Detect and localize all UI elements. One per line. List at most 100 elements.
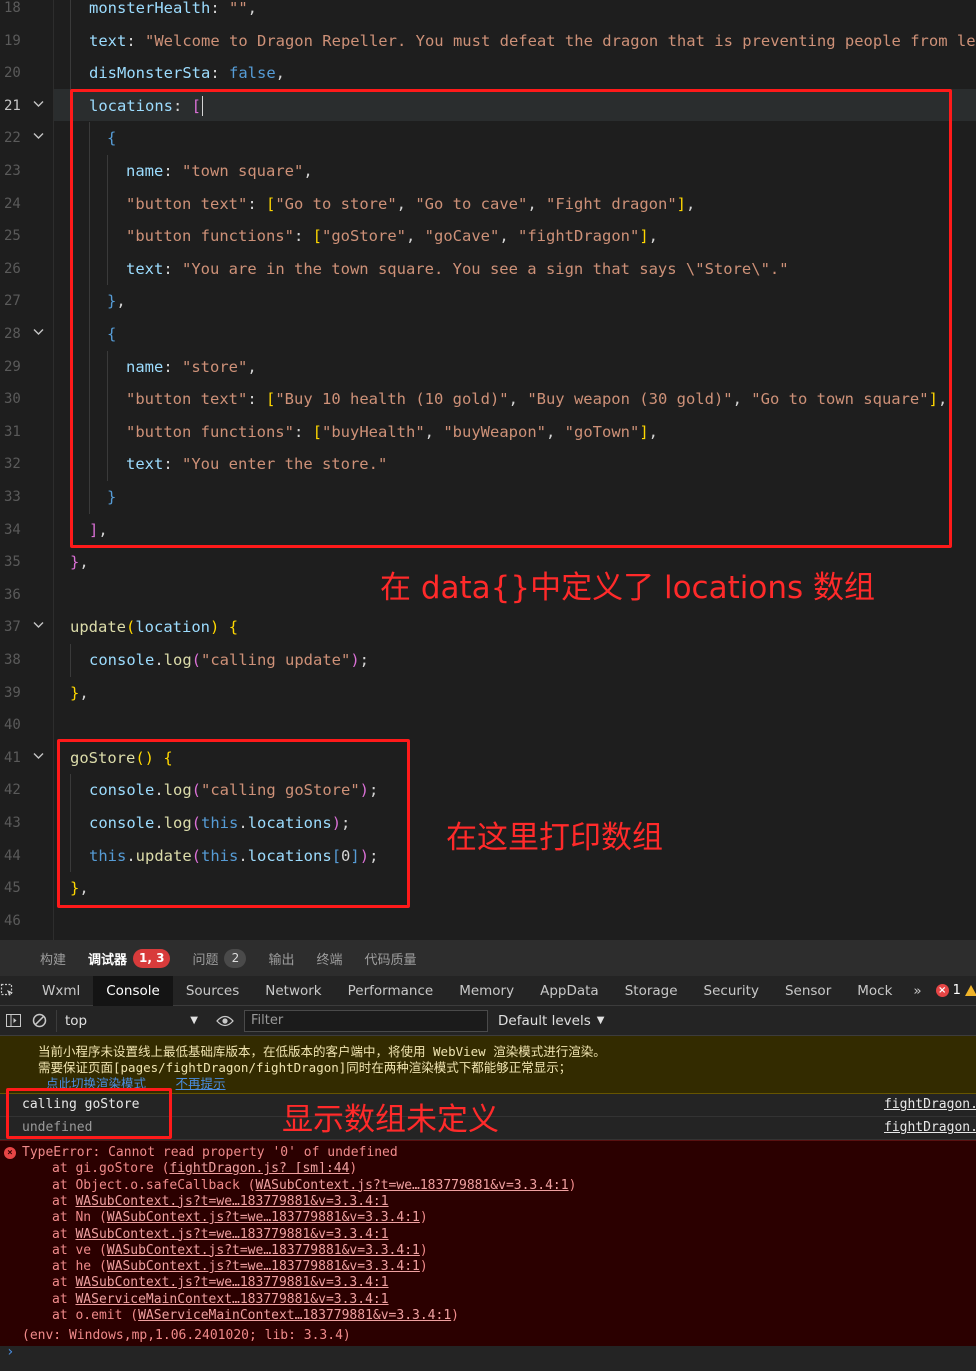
more-tabs-button[interactable]: » [905, 976, 929, 1006]
stack-frame: at WASubContext.js?t=we…183779881&v=3.3.… [52, 1275, 389, 1291]
log-source-link[interactable]: fightDragon. [884, 1094, 976, 1116]
sidebar-toggle-icon[interactable] [0, 1006, 26, 1036]
panel-tab-label: 终端 [316, 952, 343, 968]
stack-frame-text: at gi.goStore ( [52, 1161, 170, 1177]
line-number: 30 [4, 391, 21, 408]
console-output[interactable]: 当前小程序未设置线上最低基础库版本，在低版本的客户端中，将使用 WebView … [0, 1036, 976, 1371]
log-levels-dropdown[interactable]: Default levels ▼ [498, 1013, 604, 1029]
stack-frame-text: ) [451, 1308, 459, 1323]
stack-frame-link[interactable]: WAServiceMainContext…183779881&v=3.3.4:1 [75, 1292, 388, 1307]
stack-frame-link[interactable]: WAServiceMainContext…183779881&v=3.3.4:1 [138, 1308, 451, 1323]
devtools-tab[interactable]: Console [93, 975, 173, 1006]
stack-frame: at WAServiceMainContext…183779881&v=3.3.… [52, 1292, 389, 1308]
print-annotation: 在这里打印数组 [446, 820, 663, 856]
line-number: 31 [4, 423, 21, 440]
inspect-element-icon[interactable] [0, 976, 15, 1006]
context-selector[interactable]: top ▼ [56, 1009, 206, 1032]
line-number: 42 [4, 782, 21, 799]
devtools-tab[interactable]: Storage [612, 976, 691, 1006]
code-line: 38 console.log("calling update"); [0, 644, 976, 677]
stack-frame-text: at [52, 1291, 76, 1307]
line-number: 18 [4, 0, 21, 16]
filter-input[interactable]: Filter [244, 1009, 488, 1032]
code-line: 39}, [0, 677, 976, 710]
stack-frame-link[interactable]: WASubContext.js?t=we…183779881&v=3.3.4:1 [107, 1259, 420, 1274]
stack-frame: at gi.goStore (fightDragon.js? [sm]:44) [52, 1161, 357, 1177]
log-levels-label: Default levels [498, 1012, 591, 1029]
locations-highlight-box [70, 89, 952, 548]
context-label: top [65, 1012, 88, 1029]
devtools-tab[interactable]: Wxml [29, 976, 93, 1006]
stack-frame: at ve (WASubContext.js?t=we…183779881&v=… [52, 1243, 428, 1259]
indent-guide [70, 57, 71, 90]
line-number: 46 [4, 912, 21, 929]
fold-chevron-icon[interactable] [30, 122, 46, 155]
error-icon: × [4, 1147, 16, 1159]
devtools-tab[interactable]: Performance [335, 976, 447, 1006]
log-highlight-box [6, 1088, 172, 1139]
code-text: text: "Welcome to Dragon Repeller. You m… [89, 31, 976, 50]
code-editor[interactable]: 18 monsterHealth: "", 19 text: "Welcome to … [0, 0, 976, 940]
clear-console-icon[interactable] [26, 1006, 52, 1036]
stack-frame-text: at [52, 1275, 76, 1291]
log-source-link[interactable]: fightDragon. [884, 1117, 976, 1139]
stack-frame: at Nn (WASubContext.js?t=we…183779881&v=… [52, 1210, 428, 1226]
stack-frame-link[interactable]: fightDragon.js? [sm]:44 [169, 1161, 349, 1176]
stack-frame-text: ) [419, 1210, 428, 1226]
panel-tab[interactable]: 问题 2 [181, 940, 257, 976]
line-number: 40 [4, 717, 21, 734]
console-prompt[interactable]: › [6, 1344, 14, 1360]
error-counter[interactable]: × 1 [935, 983, 976, 998]
devtools-tab[interactable]: Network [252, 976, 334, 1006]
devtools-tab[interactable]: Security [691, 976, 772, 1006]
fold-chevron-icon[interactable] [30, 611, 46, 644]
warning-icon [964, 985, 976, 996]
stack-frame-text: ) [419, 1242, 428, 1258]
line-number: 19 [4, 32, 21, 49]
stack-frame: at o.emit (WAServiceMainContext…18377988… [52, 1308, 459, 1324]
stack-frame-link[interactable]: WASubContext.js?t=we…183779881&v=3.3.4:1 [75, 1275, 388, 1290]
locations-annotation: 在 data{}中定义了 locations 数组 [380, 570, 875, 606]
line-number: 26 [4, 260, 21, 277]
panel-tab[interactable]: 输出 [257, 940, 305, 976]
stack-frame-link[interactable]: WASubContext.js?t=we…183779881&v=3.3.4:1 [75, 1227, 388, 1242]
panel-tab[interactable]: 构建 [0, 940, 77, 976]
live-expression-icon[interactable] [212, 1006, 238, 1036]
devtools-tab[interactable]: Mock [844, 976, 905, 1006]
fold-chevron-icon[interactable] [30, 90, 46, 123]
dont-show-again-link[interactable]: 不再提示 [176, 1076, 226, 1091]
code-text: }, [70, 553, 89, 572]
code-line: 37 update(location) { [0, 611, 976, 644]
panel-tab[interactable]: 代码质量 [354, 940, 428, 976]
code-text: monsterHealth: "", [89, 0, 258, 17]
error-title: TypeError: Cannot read property '0' of u… [22, 1145, 398, 1160]
line-number: 24 [4, 195, 21, 212]
stack-frame-text: ) [568, 1177, 577, 1193]
line-number: 34 [4, 521, 21, 538]
code-text: console.log("calling update"); [89, 651, 370, 669]
stack-frame-link[interactable]: WASubContext.js?t=we…183779881&v=3.3.4:1 [107, 1243, 420, 1258]
panel-tab-label: 代码质量 [364, 952, 417, 968]
devtools-tab[interactable]: AppData [527, 976, 612, 1006]
indent-guide [70, 0, 71, 25]
code-line: 18 monsterHealth: "", [0, 0, 976, 25]
devtools-tab[interactable]: Sensor [772, 976, 844, 1006]
line-number: 29 [4, 358, 21, 375]
panel-tab[interactable]: 调试器 1, 3 [77, 940, 181, 976]
stack-frame-text: at [52, 1193, 76, 1209]
code-text: disMonsterSta: false, [89, 64, 286, 83]
line-number: 21 [4, 97, 21, 114]
devtools-tab[interactable]: Memory [446, 976, 527, 1006]
fold-chevron-icon[interactable] [30, 318, 46, 351]
stack-frame: at Object.o.safeCallback (WASubContext.j… [52, 1178, 576, 1194]
panel-tab[interactable]: 终端 [306, 940, 354, 976]
stack-frame-link[interactable]: WASubContext.js?t=we…183779881&v=3.3.4:1 [75, 1194, 388, 1209]
error-message: × TypeError: Cannot read property '0' of… [0, 1140, 976, 1346]
panel-tab-label: 输出 [268, 952, 295, 968]
stack-frame-text: at [52, 1226, 76, 1242]
stack-frame-link[interactable]: WASubContext.js?t=we…183779881&v=3.3.4:1 [256, 1178, 569, 1193]
fold-chevron-icon[interactable] [30, 742, 46, 775]
stack-frame-link[interactable]: WASubContext.js?t=we…183779881&v=3.3.4:1 [107, 1210, 420, 1225]
devtools-tab[interactable]: Sources [173, 976, 252, 1006]
stack-frame-text: at ve ( [52, 1242, 107, 1258]
